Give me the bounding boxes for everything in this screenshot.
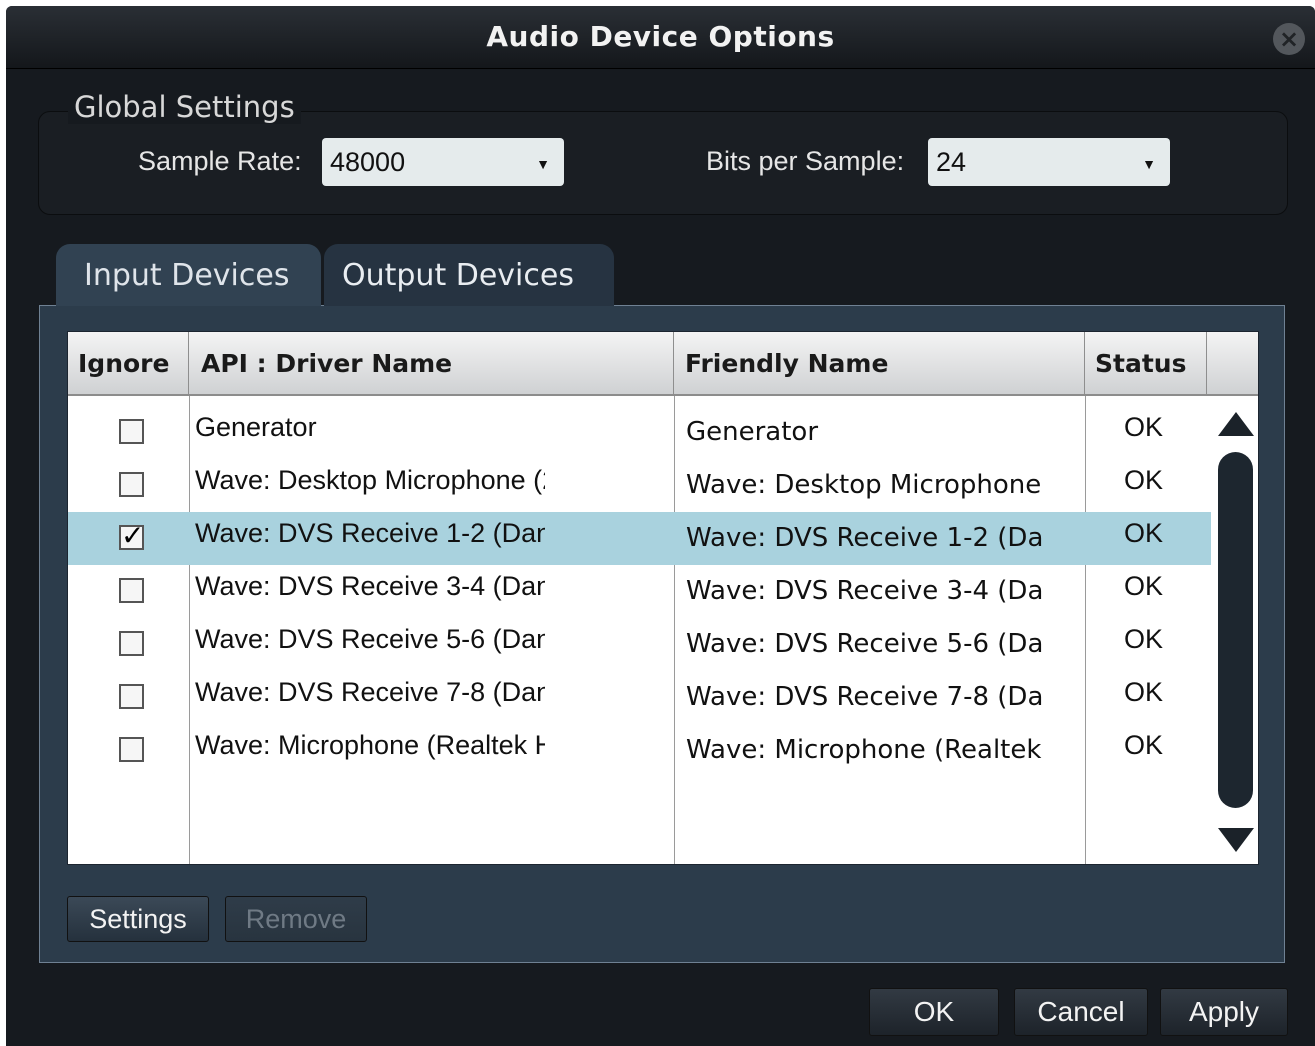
friendly-name-cell: Generator bbox=[686, 417, 819, 447]
sample-rate-value: 48000 bbox=[330, 147, 406, 177]
bits-per-sample-label: Bits per Sample: bbox=[706, 146, 905, 176]
checkmark-icon: ✓ bbox=[121, 519, 145, 552]
status-cell: OK bbox=[1124, 412, 1164, 442]
friendly-name-cell: Wave: Microphone (Realtek bbox=[686, 735, 1042, 765]
table-row[interactable]: Wave: DVS Receive 5-6 (Dante Vir... Wave… bbox=[68, 618, 1211, 671]
column-header-driver-name-label: API : Driver Name bbox=[201, 349, 453, 378]
column-header-status-label: Status bbox=[1095, 349, 1187, 378]
column-header-spacer bbox=[1207, 332, 1258, 394]
arrow-up-icon[interactable] bbox=[1218, 412, 1254, 436]
sample-rate-select[interactable]: 48000 ▼ bbox=[322, 138, 564, 186]
column-header-friendly-name-label: Friendly Name bbox=[685, 349, 889, 378]
friendly-name-cell: Wave: DVS Receive 5-6 (Da bbox=[686, 629, 1044, 659]
friendly-name-cell: Wave: DVS Receive 1-2 (Da bbox=[686, 523, 1044, 553]
cancel-button[interactable]: Cancel bbox=[1014, 988, 1148, 1036]
tab-output-devices[interactable]: Output Devices bbox=[324, 244, 614, 306]
driver-name-cell: Wave: Desktop Microphone (2- Ci... bbox=[195, 465, 545, 495]
column-header-driver-name[interactable]: API : Driver Name bbox=[189, 332, 674, 394]
table-row[interactable]: Wave: DVS Receive 3-4 (Dante Vir... Wave… bbox=[68, 565, 1211, 618]
tab-input-devices-label: Input Devices bbox=[84, 258, 290, 293]
driver-name-cell: Wave: DVS Receive 1-2 (Dante Vir... bbox=[195, 518, 545, 548]
apply-button[interactable]: Apply bbox=[1160, 988, 1288, 1036]
title-bar: Audio Device Options × bbox=[6, 6, 1315, 69]
friendly-name-cell: Wave: DVS Receive 3-4 (Da bbox=[686, 576, 1044, 606]
table-row-selected[interactable]: ✓ Wave: DVS Receive 1-2 (Dante Vir... Wa… bbox=[68, 512, 1211, 565]
settings-button[interactable]: Settings bbox=[67, 896, 209, 942]
friendly-name-cell: Wave: DVS Receive 7-8 (Da bbox=[686, 682, 1044, 712]
driver-name-cell: Wave: DVS Receive 7-8 (Dante Vir... bbox=[195, 677, 545, 707]
ignore-checkbox[interactable] bbox=[119, 684, 144, 709]
friendly-name-cell: Wave: Desktop Microphone bbox=[686, 470, 1042, 500]
status-cell: OK bbox=[1124, 465, 1164, 495]
ignore-checkbox[interactable] bbox=[119, 737, 144, 762]
table-row[interactable]: Wave: Desktop Microphone (2- Ci... Wave:… bbox=[68, 459, 1211, 512]
ignore-checkbox[interactable] bbox=[119, 472, 144, 497]
driver-name-cell: Wave: DVS Receive 5-6 (Dante Vir... bbox=[195, 624, 545, 654]
sample-rate-label: Sample Rate: bbox=[138, 146, 302, 176]
bits-per-sample-value: 24 bbox=[936, 147, 967, 177]
column-header-status[interactable]: Status bbox=[1085, 332, 1207, 394]
audio-device-options-dialog: Audio Device Options × Global Settings S… bbox=[6, 6, 1315, 1046]
status-cell: OK bbox=[1124, 730, 1164, 760]
ignore-checkbox-checked[interactable]: ✓ bbox=[119, 522, 144, 550]
column-header-ignore[interactable]: Ignore bbox=[68, 332, 189, 394]
remove-button[interactable]: Remove bbox=[225, 896, 367, 942]
status-cell: OK bbox=[1124, 624, 1164, 654]
chevron-down-icon: ▼ bbox=[1142, 156, 1156, 172]
driver-name-cell: Wave: DVS Receive 3-4 (Dante Vir... bbox=[195, 571, 545, 601]
ignore-checkbox[interactable] bbox=[119, 631, 144, 656]
table-row[interactable]: Wave: DVS Receive 7-8 (Dante Vir... Wave… bbox=[68, 671, 1211, 724]
chevron-down-icon: ▼ bbox=[536, 156, 550, 172]
column-header-friendly-name[interactable]: Friendly Name bbox=[674, 332, 1085, 394]
status-cell: OK bbox=[1124, 518, 1164, 548]
vertical-scrollbar[interactable] bbox=[1213, 396, 1258, 864]
window-title: Audio Device Options bbox=[486, 20, 835, 53]
table-row[interactable]: Wave: Microphone (Realtek High ... Wave:… bbox=[68, 724, 1211, 777]
table-row[interactable]: Generator Generator OK bbox=[68, 406, 1211, 459]
close-icon[interactable]: × bbox=[1273, 23, 1305, 55]
ignore-checkbox[interactable] bbox=[119, 419, 144, 444]
ignore-checkbox[interactable] bbox=[119, 578, 144, 603]
scrollbar-thumb[interactable] bbox=[1218, 452, 1253, 808]
driver-name-cell: Generator bbox=[195, 412, 317, 442]
column-header-ignore-label: Ignore bbox=[78, 349, 170, 378]
global-settings-label: Global Settings bbox=[68, 90, 301, 124]
devices-table: Ignore API : Driver Name Friendly Name S… bbox=[67, 331, 1259, 865]
tab-output-devices-label: Output Devices bbox=[342, 258, 574, 293]
status-cell: OK bbox=[1124, 677, 1164, 707]
bits-per-sample-select[interactable]: 24 ▼ bbox=[928, 138, 1170, 186]
status-cell: OK bbox=[1124, 571, 1164, 601]
ok-button[interactable]: OK bbox=[869, 988, 999, 1036]
driver-name-cell: Wave: Microphone (Realtek High ... bbox=[195, 730, 545, 760]
arrow-down-icon[interactable] bbox=[1218, 828, 1254, 852]
input-devices-panel: Ignore API : Driver Name Friendly Name S… bbox=[39, 305, 1285, 963]
table-header: Ignore API : Driver Name Friendly Name S… bbox=[68, 332, 1258, 396]
tab-input-devices[interactable]: Input Devices bbox=[56, 244, 321, 306]
